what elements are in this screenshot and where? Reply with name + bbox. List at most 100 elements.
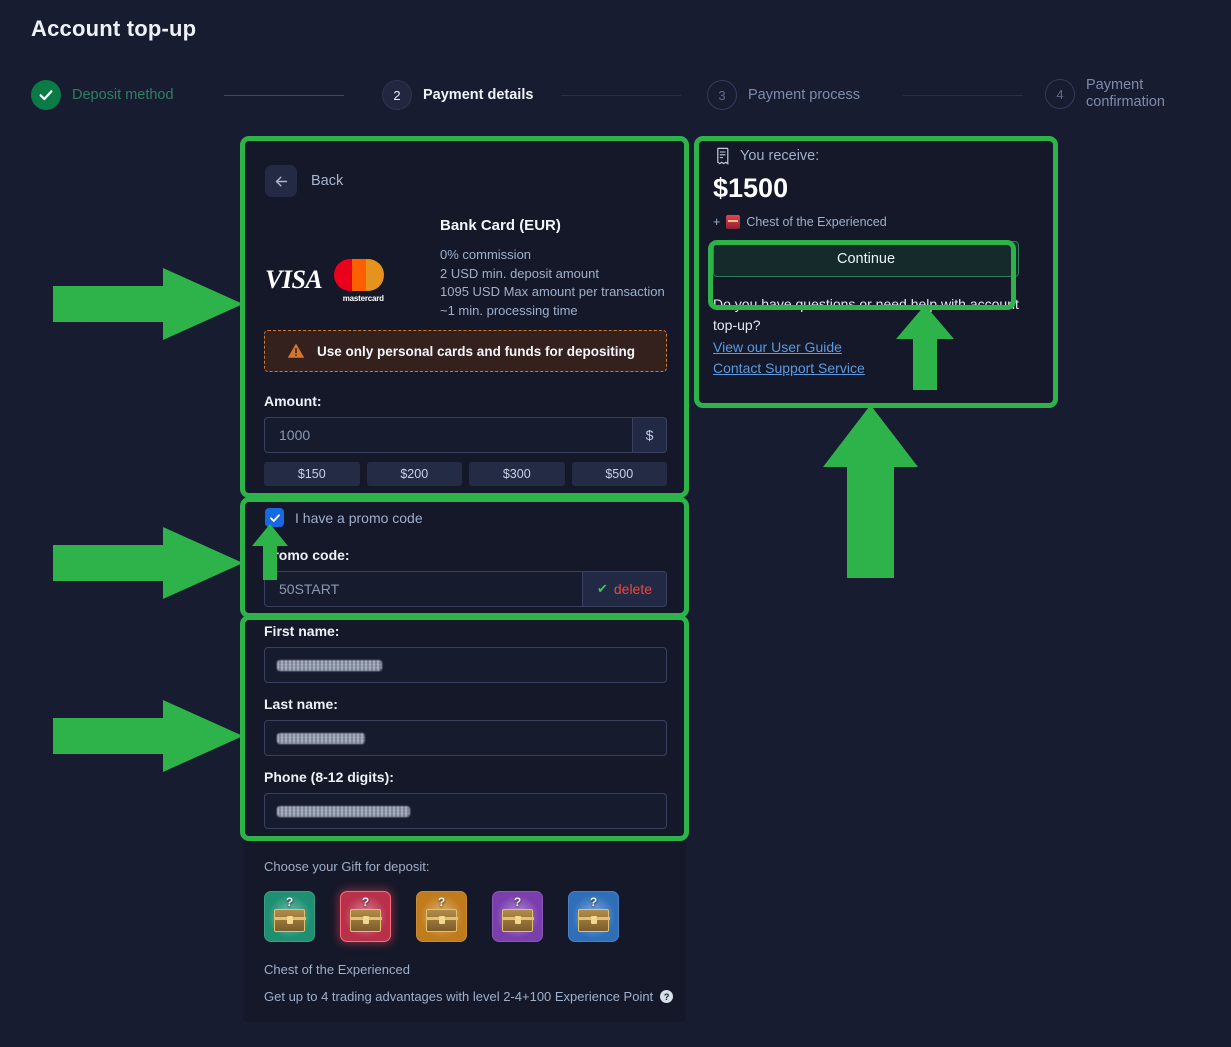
last-name-redacted-value bbox=[277, 732, 365, 744]
promo-checkbox-row[interactable]: I have a promo code bbox=[265, 508, 423, 527]
bonus-chest-icon bbox=[726, 215, 741, 229]
amount-input-value: 1000 bbox=[279, 427, 311, 443]
help-links: View our User Guide Contact Support Serv… bbox=[713, 339, 865, 376]
phone-group: Phone (8-12 digits): bbox=[264, 769, 667, 829]
annotation-arrow-to-identity bbox=[53, 700, 243, 772]
step-3-number: 3 bbox=[707, 80, 737, 110]
mastercard-logo-icon: mastercard bbox=[332, 257, 394, 303]
warning-text: Use only personal cards and funds for de… bbox=[317, 343, 636, 359]
phone-redacted-value bbox=[277, 805, 410, 817]
amount-input[interactable]: 1000 $ bbox=[264, 417, 667, 453]
help-question-text: Do you have questions or need help with … bbox=[713, 296, 1019, 333]
step-2-label: Payment details bbox=[423, 86, 534, 103]
user-guide-link[interactable]: View our User Guide bbox=[713, 339, 865, 355]
help-circle-icon[interactable]: ? bbox=[660, 990, 674, 1003]
step-4-label: Payment confirmation bbox=[1086, 77, 1165, 110]
first-name-redacted-value bbox=[277, 659, 382, 671]
promo-checkbox[interactable] bbox=[265, 508, 284, 527]
mastercard-wordmark: mastercard bbox=[342, 293, 384, 303]
identity-fields-panel: First name: Last name: Phone (8-12 digit… bbox=[243, 618, 686, 838]
step-connector-2 bbox=[561, 95, 681, 96]
card-logos: VISA mastercard bbox=[265, 217, 440, 320]
you-receive-label: You receive: bbox=[740, 148, 820, 164]
first-name-input[interactable] bbox=[264, 647, 667, 683]
chest-option-purple[interactable]: ? bbox=[492, 891, 543, 942]
phone-label: Phone (8-12 digits): bbox=[264, 769, 394, 785]
back-button[interactable]: Back bbox=[265, 165, 343, 197]
gift-selection-panel: Choose your Gift for deposit: ? ? ? ? ? … bbox=[243, 840, 686, 1022]
back-arrow-icon[interactable] bbox=[265, 165, 297, 197]
chest-option-blue[interactable]: ? bbox=[568, 891, 619, 942]
bonus-label: Chest of the Experienced bbox=[746, 215, 887, 229]
account-topup-page: Account top-up Deposit method 2 Payment … bbox=[0, 0, 1231, 1047]
step-1-check-icon bbox=[31, 80, 61, 110]
continue-button[interactable]: Continue bbox=[713, 241, 1019, 277]
you-receive-row: You receive: bbox=[715, 147, 819, 165]
first-name-label: First name: bbox=[264, 623, 340, 639]
promo-delete-label: delete bbox=[613, 581, 653, 597]
promo-code-value: 50START bbox=[279, 581, 340, 597]
phone-input[interactable] bbox=[264, 793, 667, 829]
promo-delete-button[interactable]: ✔ delete bbox=[582, 572, 666, 606]
step-payment-confirmation[interactable]: 4 Payment confirmation bbox=[1045, 77, 1165, 111]
promo-checkbox-label: I have a promo code bbox=[295, 509, 423, 526]
step-deposit-method[interactable]: Deposit method bbox=[31, 80, 174, 110]
card-detail-commission: 0% commission bbox=[440, 247, 532, 262]
quick-amount-500[interactable]: $500 bbox=[571, 462, 667, 486]
bonus-prefix: + bbox=[713, 215, 721, 229]
first-name-group: First name: bbox=[264, 623, 667, 683]
amount-field-group: Amount: 1000 $ $150 $200 $300 $500 bbox=[264, 393, 667, 486]
chest-options-row: ? ? ? ? ? bbox=[264, 891, 619, 942]
last-name-label: Last name: bbox=[264, 696, 338, 712]
promo-code-panel: I have a promo code Promo code: 50START … bbox=[243, 500, 686, 615]
promo-field-group: Promo code: 50START ✔ delete bbox=[264, 547, 667, 607]
step-connector-3 bbox=[903, 95, 1023, 96]
page-title: Account top-up bbox=[31, 16, 197, 41]
step-2-number: 2 bbox=[382, 80, 412, 110]
promo-code-input[interactable]: 50START ✔ delete bbox=[264, 571, 667, 607]
support-service-link[interactable]: Contact Support Service bbox=[713, 360, 865, 376]
currency-suffix[interactable]: $ bbox=[632, 418, 666, 452]
quick-amount-row: $150 $200 $300 $500 bbox=[264, 462, 667, 486]
progress-stepper: Deposit method 2 Payment details 3 Payme… bbox=[31, 77, 1211, 126]
card-info: Bank Card (EUR) 0% commission 2 USD min.… bbox=[440, 217, 665, 320]
chest-description-text: Get up to 4 trading advantages with leve… bbox=[264, 989, 654, 1004]
chest-option-green[interactable]: ? bbox=[264, 891, 315, 942]
last-name-input[interactable] bbox=[264, 720, 667, 756]
card-detail-min-deposit: 2 USD min. deposit amount bbox=[440, 265, 599, 281]
annotation-arrow-to-promo bbox=[53, 527, 243, 599]
bonus-row: + Chest of the Experienced bbox=[713, 215, 887, 229]
annotation-arrow-to-method bbox=[53, 268, 243, 340]
last-name-group: Last name: bbox=[264, 696, 667, 756]
receive-amount: $1500 bbox=[713, 173, 789, 203]
quick-amount-150[interactable]: $150 bbox=[264, 462, 360, 486]
step-payment-details[interactable]: 2 Payment details bbox=[382, 80, 533, 110]
back-label: Back bbox=[311, 173, 344, 189]
step-4-number: 4 bbox=[1045, 79, 1075, 109]
card-detail-processing-time: ~1 min. processing time bbox=[440, 302, 578, 318]
order-summary-panel: You receive: $1500 + Chest of the Experi… bbox=[697, 139, 1055, 405]
chest-option-orange[interactable]: ? bbox=[416, 891, 467, 942]
gift-title: Choose your Gift for deposit: bbox=[264, 859, 430, 874]
chest-option-red-selected[interactable]: ? bbox=[340, 891, 391, 942]
selected-chest-description: Get up to 4 trading advantages with leve… bbox=[264, 989, 674, 1004]
annotation-arrow-to-summary bbox=[823, 405, 918, 578]
card-brand-row: VISA mastercard Bank Card (EUR) 0% commi… bbox=[265, 217, 665, 320]
check-icon bbox=[269, 513, 280, 522]
personal-cards-warning: Use only personal cards and funds for de… bbox=[264, 330, 667, 372]
promo-code-label: Promo code: bbox=[264, 547, 350, 563]
step-connector-1 bbox=[224, 95, 344, 96]
step-1-label: Deposit method bbox=[72, 86, 174, 103]
quick-amount-300[interactable]: $300 bbox=[469, 462, 565, 486]
step-3-label: Payment process bbox=[748, 86, 861, 103]
warning-triangle-icon bbox=[287, 343, 305, 358]
card-title: Bank Card (EUR) bbox=[440, 217, 561, 234]
promo-applied-check-icon: ✔ bbox=[596, 581, 608, 596]
amount-label: Amount: bbox=[264, 393, 322, 409]
visa-logo-icon: VISA bbox=[265, 264, 323, 294]
card-detail-max-per-transaction: 1095 USD Max amount per transaction bbox=[440, 284, 665, 299]
step-payment-process[interactable]: 3 Payment process bbox=[707, 80, 860, 110]
receipt-icon bbox=[715, 147, 731, 165]
selected-chest-name: Chest of the Experienced bbox=[264, 962, 410, 977]
quick-amount-200[interactable]: $200 bbox=[366, 462, 462, 486]
